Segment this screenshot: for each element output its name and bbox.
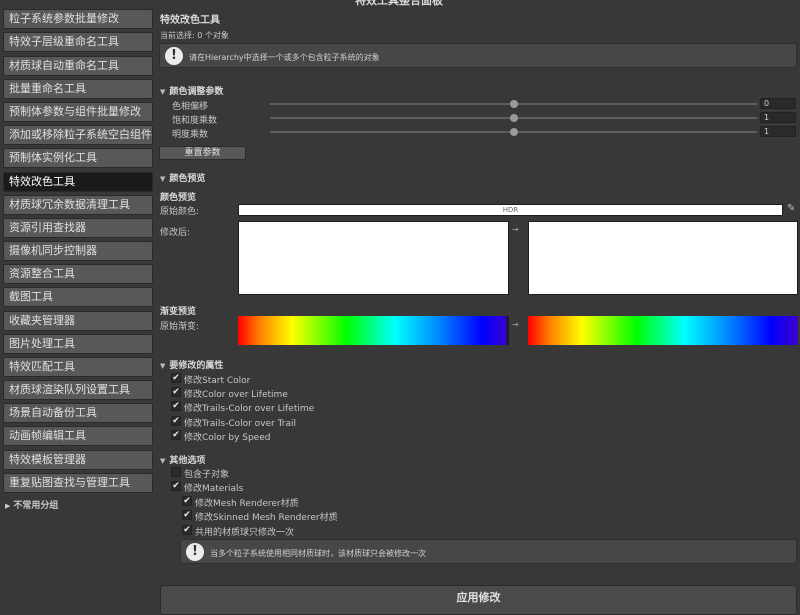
- sidebar-group-label: 不常用分组: [13, 501, 59, 511]
- color-preview-subheader: 颜色预览: [160, 193, 197, 203]
- arrow-right-icon: →: [512, 225, 519, 234]
- triangle-down-icon: ▼: [160, 362, 166, 370]
- saturation-input[interactable]: 1: [760, 112, 796, 123]
- sidebar-item-favorites[interactable]: 收藏夹管理器: [3, 311, 153, 331]
- triangle-down-icon: ▼: [160, 88, 166, 96]
- sidebar-item-asset-integrate[interactable]: 资源整合工具: [3, 264, 153, 284]
- help-text-selection: 请在Hierarchy中选择一个或多个包含粒子系统的对象: [189, 53, 380, 62]
- selection-count: 当前选择: 0 个对象: [160, 31, 229, 40]
- label-modify-materials: 修改Materials: [184, 484, 244, 494]
- help-box-shared-material: ! 当多个粒子系统使用相同材质球时，该材质球只会被修改一次: [180, 539, 797, 564]
- checkbox-color-over-lifetime[interactable]: ✔: [171, 387, 181, 397]
- original-color-field[interactable]: HDR: [238, 204, 783, 216]
- sidebar-item-material-cleanup[interactable]: 材质球冗余数据清理工具: [3, 195, 153, 215]
- main-panel: 特效改色工具 当前选择: 0 个对象 ! 请在Hierarchy中选择一个或多个…: [155, 0, 800, 615]
- section-properties-label: 要修改的属性: [169, 361, 224, 371]
- sidebar-item-particle-batch[interactable]: 粒子系统参数批量修改: [3, 9, 153, 29]
- sidebar-item-child-rename[interactable]: 特效子层级重命名工具: [3, 32, 153, 52]
- checkbox-start-color[interactable]: ✔: [171, 373, 181, 383]
- sidebar-item-screenshot[interactable]: 截图工具: [3, 287, 153, 307]
- original-gradient: [238, 316, 509, 345]
- sidebar-item-image-process[interactable]: 图片处理工具: [3, 334, 153, 354]
- saturation-slider-thumb[interactable]: [509, 114, 518, 122]
- modified-gradient: [528, 316, 798, 345]
- sidebar-item-batch-rename[interactable]: 批量重命名工具: [3, 79, 153, 99]
- checkbox-modify-materials[interactable]: ✔: [171, 481, 181, 491]
- label-shared-material-once: 共用的材质球只修改一次: [195, 528, 295, 538]
- section-properties[interactable]: ▼ 要修改的属性: [160, 358, 223, 371]
- help-box-selection: ! 请在Hierarchy中选择一个或多个包含粒子系统的对象: [159, 43, 797, 68]
- section-color-params[interactable]: ▼ 颜色调整参数: [160, 84, 223, 97]
- triangle-down-icon: ▼: [160, 457, 166, 465]
- saturation-label: 饱和度乘数: [172, 116, 218, 126]
- modified-color-swatch: [528, 221, 798, 295]
- label-include-children: 包含子对象: [184, 470, 230, 480]
- sidebar-item-effect-match[interactable]: 特效匹配工具: [3, 357, 153, 377]
- arrow-right-icon: →: [512, 320, 519, 329]
- section-other-options[interactable]: ▼ 其他选项: [160, 453, 205, 466]
- info-icon: !: [165, 47, 183, 65]
- checkbox-mesh-renderer[interactable]: ✔: [182, 496, 192, 506]
- section-color-preview[interactable]: ▼ 颜色预览: [160, 171, 205, 184]
- gradient-preview-header: 渐变预览: [160, 307, 197, 317]
- sidebar-group-uncommon[interactable]: ▶ 不常用分组: [5, 498, 58, 511]
- section-color-preview-label: 颜色预览: [169, 174, 206, 184]
- checkbox-trails-color-lifetime[interactable]: ✔: [171, 401, 181, 411]
- triangle-down-icon: ▼: [160, 175, 166, 183]
- hue-label: 色相偏移: [172, 102, 209, 112]
- brightness-input[interactable]: 1: [760, 126, 796, 137]
- sidebar-item-prefab-instantiate[interactable]: 预制体实例化工具: [3, 148, 153, 168]
- sidebar-item-template-manager[interactable]: 特效模板管理器: [3, 450, 153, 470]
- triangle-right-icon: ▶: [5, 502, 11, 510]
- label-color-by-speed: 修改Color by Speed: [184, 433, 271, 443]
- sidebar-item-recolor[interactable]: 特效改色工具: [3, 172, 153, 192]
- checkbox-color-by-speed[interactable]: ✔: [171, 430, 181, 440]
- hdr-label: HDR: [502, 206, 519, 214]
- original-gradient-label: 原始渐变:: [160, 322, 200, 332]
- label-start-color: 修改Start Color: [184, 376, 251, 386]
- sidebar-item-empty-module[interactable]: 添加或移除粒子系统空白组件: [3, 125, 153, 145]
- brightness-label: 明度乘数: [172, 130, 209, 140]
- checkbox-skinned-mesh[interactable]: ✔: [182, 510, 192, 520]
- help-text-shared-material: 当多个粒子系统使用相同材质球时，该材质球只会被修改一次: [210, 549, 426, 558]
- gradient-end-marker: [506, 316, 509, 345]
- sidebar-item-render-queue[interactable]: 材质球渲染队列设置工具: [3, 380, 153, 400]
- reset-params-button[interactable]: 重置参数: [159, 146, 246, 160]
- sidebar-item-duplicate-texture[interactable]: 重复贴图查找与管理工具: [3, 473, 153, 493]
- sidebar-item-camera-sync[interactable]: 摄像机同步控制器: [3, 241, 153, 261]
- section-other-options-label: 其他选项: [169, 456, 206, 466]
- label-mesh-renderer: 修改Mesh Renderer材质: [195, 499, 299, 509]
- hue-slider[interactable]: [270, 100, 757, 108]
- checkbox-shared-material-once[interactable]: ✔: [182, 525, 192, 535]
- sidebar-item-reference-finder[interactable]: 资源引用查找器: [3, 218, 153, 238]
- label-color-over-lifetime: 修改Color over Lifetime: [184, 390, 288, 400]
- sidebar-item-anim-frame[interactable]: 动画帧编辑工具: [3, 426, 153, 446]
- label-trails-color-trail: 修改Trails-Color over Trail: [184, 419, 297, 429]
- original-color-label: 原始颜色:: [160, 207, 200, 217]
- checkbox-include-children[interactable]: [171, 467, 181, 477]
- sidebar-item-prefab-batch[interactable]: 预制体参数与组件批量修改: [3, 102, 153, 122]
- hue-slider-thumb[interactable]: [509, 100, 518, 108]
- info-icon: !: [186, 543, 204, 561]
- page-title: 特效改色工具: [160, 15, 220, 26]
- modified-label: 修改后:: [160, 228, 191, 238]
- sidebar-item-scene-backup[interactable]: 场景自动备份工具: [3, 403, 153, 423]
- original-color-swatch: [238, 221, 509, 295]
- apply-changes-button[interactable]: 应用修改: [160, 585, 797, 615]
- label-skinned-mesh: 修改Skinned Mesh Renderer材质: [195, 513, 338, 523]
- brightness-slider-thumb[interactable]: [509, 128, 518, 136]
- sidebar: 粒子系统参数批量修改 特效子层级重命名工具 材质球自动重命名工具 批量重命名工具…: [0, 0, 155, 600]
- label-trails-color-lifetime: 修改Trails-Color over Lifetime: [184, 404, 315, 414]
- brightness-slider[interactable]: [270, 128, 757, 136]
- eyedropper-icon[interactable]: ✎: [787, 203, 795, 214]
- hue-input[interactable]: 0: [760, 98, 796, 109]
- sidebar-item-material-rename[interactable]: 材质球自动重命名工具: [3, 56, 153, 76]
- saturation-slider[interactable]: [270, 114, 757, 122]
- checkbox-trails-color-trail[interactable]: ✔: [171, 416, 181, 426]
- section-color-params-label: 颜色调整参数: [169, 87, 224, 97]
